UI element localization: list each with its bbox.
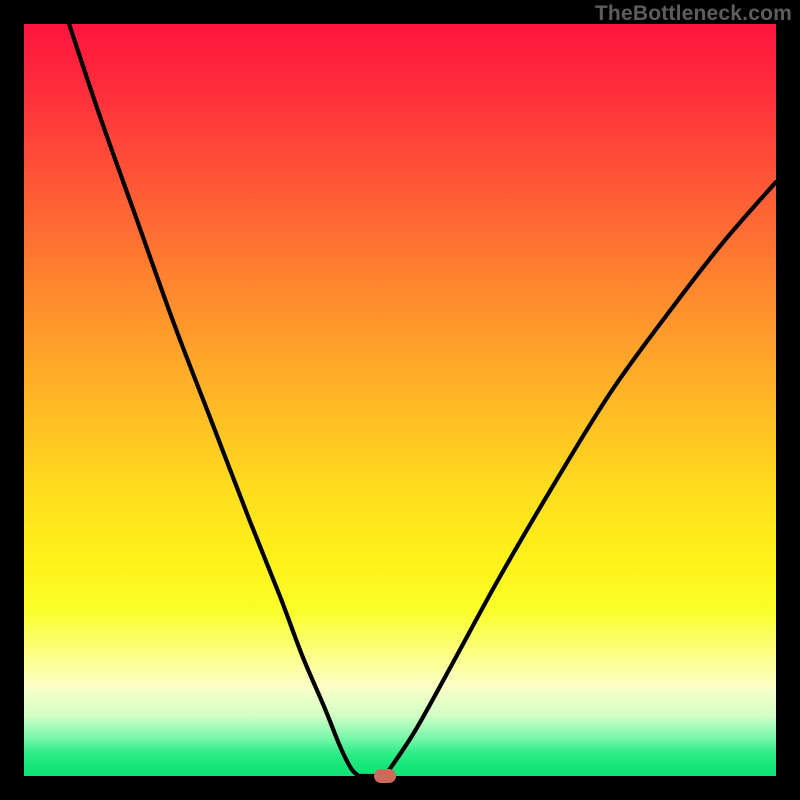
plot-area [24, 24, 776, 776]
optimum-marker [374, 769, 396, 783]
watermark-text: TheBottleneck.com [595, 2, 792, 26]
bottleneck-curve [24, 24, 776, 776]
chart-frame: TheBottleneck.com [0, 0, 800, 800]
